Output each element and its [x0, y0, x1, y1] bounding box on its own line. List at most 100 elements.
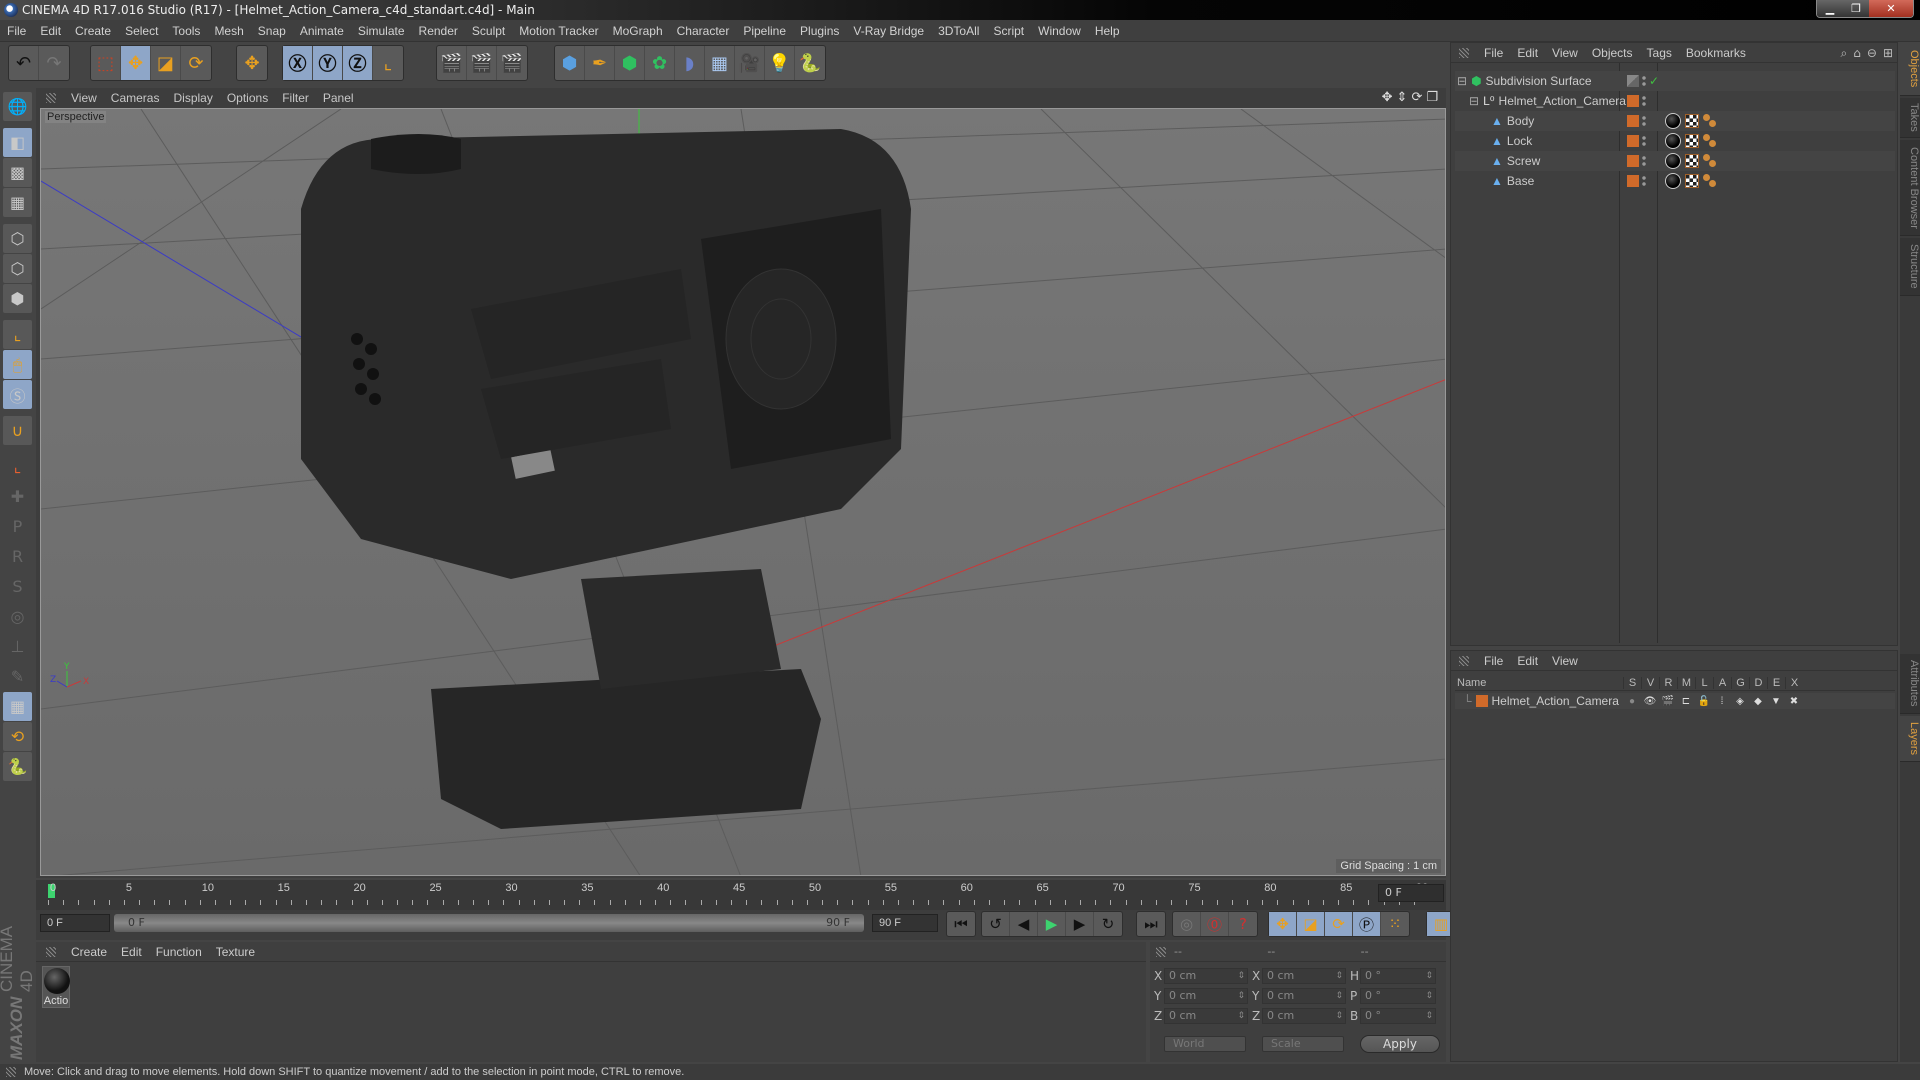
- render-toggle-icon[interactable]: 🎬: [1659, 696, 1677, 707]
- pan-view-icon[interactable]: ✥: [1382, 90, 1393, 105]
- visibility-dots[interactable]: [1642, 175, 1646, 187]
- y-axis-icon[interactable]: Ⓨ: [313, 46, 343, 80]
- layer-color-swatch[interactable]: [1627, 75, 1639, 87]
- pen-spline-icon[interactable]: ✒: [585, 46, 615, 80]
- next-key-icon[interactable]: ↻: [1094, 912, 1122, 936]
- panel-grip-icon[interactable]: [1156, 946, 1166, 957]
- menu-window[interactable]: Window: [1031, 24, 1088, 38]
- menu-vray-bridge[interactable]: V-Ray Bridge: [846, 24, 931, 38]
- play-icon[interactable]: ▶: [1038, 912, 1066, 936]
- polygons-mode-icon[interactable]: ⬢: [3, 284, 32, 313]
- position-y-field[interactable]: 0 cm: [1164, 988, 1248, 1004]
- material-swatch[interactable]: Actio: [42, 966, 70, 1008]
- tab-objects[interactable]: Objects: [1900, 42, 1920, 96]
- solo-toggle-icon[interactable]: ●: [1623, 696, 1641, 707]
- uvw-tag-icon[interactable]: [1685, 174, 1699, 188]
- menu-select[interactable]: Select: [118, 24, 165, 38]
- objects-menu-bookmarks[interactable]: Bookmarks: [1679, 46, 1753, 60]
- timeline-ruler[interactable]: 051015202530354045505560657075808590 0 F: [36, 880, 1446, 910]
- home-icon[interactable]: ⌂: [1853, 46, 1861, 61]
- texture-mode-icon[interactable]: ▩: [3, 158, 32, 187]
- close-button[interactable]: ✕: [1869, 0, 1913, 17]
- menu-mesh[interactable]: Mesh: [207, 24, 250, 38]
- viewport-menu-view[interactable]: View: [64, 91, 104, 105]
- end-frame-field[interactable]: 90 F: [872, 914, 938, 932]
- layers-menu-edit[interactable]: Edit: [1510, 654, 1545, 668]
- object-row-screw[interactable]: ▲ Screw: [1455, 151, 1895, 171]
- column-manager[interactable]: M: [1677, 676, 1695, 689]
- rotation-h-field[interactable]: 0 °: [1360, 968, 1436, 984]
- tab-takes[interactable]: Takes: [1900, 98, 1920, 138]
- expressions-toggle-icon[interactable]: ▼: [1767, 696, 1785, 707]
- uvw-tag-icon[interactable]: [1685, 134, 1699, 148]
- start-frame-field[interactable]: 0 F: [40, 914, 110, 932]
- keyframe-selection-icon[interactable]: ?: [1229, 912, 1257, 936]
- menu-character[interactable]: Character: [670, 24, 737, 38]
- key-parameter-icon[interactable]: Ⓟ: [1353, 912, 1381, 936]
- goto-end-icon[interactable]: ⏭: [1137, 912, 1165, 936]
- new-view-icon[interactable]: ⊞: [1883, 46, 1893, 61]
- material-menu-create[interactable]: Create: [64, 945, 114, 959]
- menu-help[interactable]: Help: [1088, 24, 1127, 38]
- manager-toggle-icon[interactable]: ⊏: [1677, 696, 1695, 707]
- python-script-icon[interactable]: 🐍: [3, 752, 32, 781]
- coordinate-mode-dropdown[interactable]: World: [1164, 1036, 1246, 1052]
- modify-p-icon[interactable]: P: [3, 512, 32, 541]
- column-view[interactable]: V: [1641, 676, 1659, 689]
- layers-menu-view[interactable]: View: [1545, 654, 1585, 668]
- object-row-base[interactable]: ▲ Base: [1455, 171, 1895, 191]
- workplane-lock-icon[interactable]: ▦: [3, 692, 32, 721]
- autokey-icon[interactable]: ⓪: [1201, 912, 1229, 936]
- lock-toggle-icon[interactable]: 🔓: [1695, 696, 1713, 707]
- cloner-icon[interactable]: ✿: [645, 46, 675, 80]
- make-editable-icon[interactable]: 🌐: [3, 92, 32, 121]
- rotation-p-field[interactable]: 0 °: [1360, 988, 1436, 1004]
- viewport-menu-display[interactable]: Display: [166, 91, 219, 105]
- tab-content-browser[interactable]: Content Browser: [1900, 140, 1920, 236]
- layer-color-swatch[interactable]: [1627, 135, 1639, 147]
- model-mode-icon[interactable]: ◧: [3, 128, 32, 157]
- modify-psr-icon[interactable]: S: [3, 572, 32, 601]
- menu-simulate[interactable]: Simulate: [351, 24, 412, 38]
- tab-layers[interactable]: Layers: [1900, 716, 1920, 762]
- visibility-dots[interactable]: [1642, 95, 1646, 107]
- x-axis-icon[interactable]: Ⓧ: [283, 46, 313, 80]
- object-row-helmet-action-camera[interactable]: ⊟ L⁰ Helmet_Action_Camera: [1455, 91, 1895, 111]
- render-picture-viewer-icon[interactable]: 🎬: [467, 46, 497, 80]
- helmet-action-camera-model[interactable]: [301, 129, 911, 829]
- layers-menu-file[interactable]: File: [1477, 654, 1510, 668]
- edges-mode-icon[interactable]: ⬡: [3, 254, 32, 283]
- orbit-view-icon[interactable]: ⟳: [1411, 90, 1422, 105]
- undo-icon[interactable]: ↶: [9, 46, 39, 80]
- object-row-lock[interactable]: ▲ Lock: [1455, 131, 1895, 151]
- 3d-scene-canvas[interactable]: Y X Z Perspective Grid Spacing : 1 cm: [40, 108, 1446, 876]
- enable-axis-icon[interactable]: ⌞: [3, 320, 32, 349]
- visibility-dots[interactable]: [1642, 155, 1646, 167]
- z-axis-icon[interactable]: Ⓩ: [343, 46, 373, 80]
- maximize-view-icon[interactable]: ❐: [1426, 90, 1438, 105]
- minimize-button[interactable]: ▁: [1817, 0, 1843, 17]
- dolly-view-icon[interactable]: ⇕: [1397, 90, 1408, 105]
- coordinate-system-icon[interactable]: ⌞: [373, 46, 403, 80]
- object-row-body[interactable]: ▲ Body: [1455, 111, 1895, 131]
- live-selection-icon[interactable]: ⬚: [91, 46, 121, 80]
- modify-f-icon[interactable]: ✎: [3, 662, 32, 691]
- menu-file[interactable]: File: [0, 24, 33, 38]
- workplane-mode-icon[interactable]: ▦: [3, 188, 32, 217]
- uvw-tag-icon[interactable]: [1685, 114, 1699, 128]
- column-animation[interactable]: A: [1713, 676, 1731, 689]
- key-position-icon[interactable]: ✥: [1269, 912, 1297, 936]
- enabled-checkmark-icon[interactable]: ✓: [1649, 74, 1659, 88]
- light-icon[interactable]: 💡: [765, 46, 795, 80]
- layer-color-swatch[interactable]: [1475, 695, 1488, 707]
- viewport-menu-filter[interactable]: Filter: [275, 91, 316, 105]
- modify-o-icon[interactable]: ◎: [3, 602, 32, 631]
- visibility-dots[interactable]: [1642, 115, 1646, 127]
- link-icon[interactable]: ⊖: [1867, 46, 1877, 61]
- tab-structure[interactable]: Structure: [1900, 238, 1920, 296]
- column-solo[interactable]: S: [1623, 676, 1641, 689]
- size-x-field[interactable]: 0 cm: [1262, 968, 1346, 984]
- object-row-subdivision-surface[interactable]: ⊟ ⬢ Subdivision Surface ✓: [1455, 71, 1895, 91]
- workplane-align-icon[interactable]: ⟲: [3, 722, 32, 751]
- objects-menu-view[interactable]: View: [1545, 46, 1585, 60]
